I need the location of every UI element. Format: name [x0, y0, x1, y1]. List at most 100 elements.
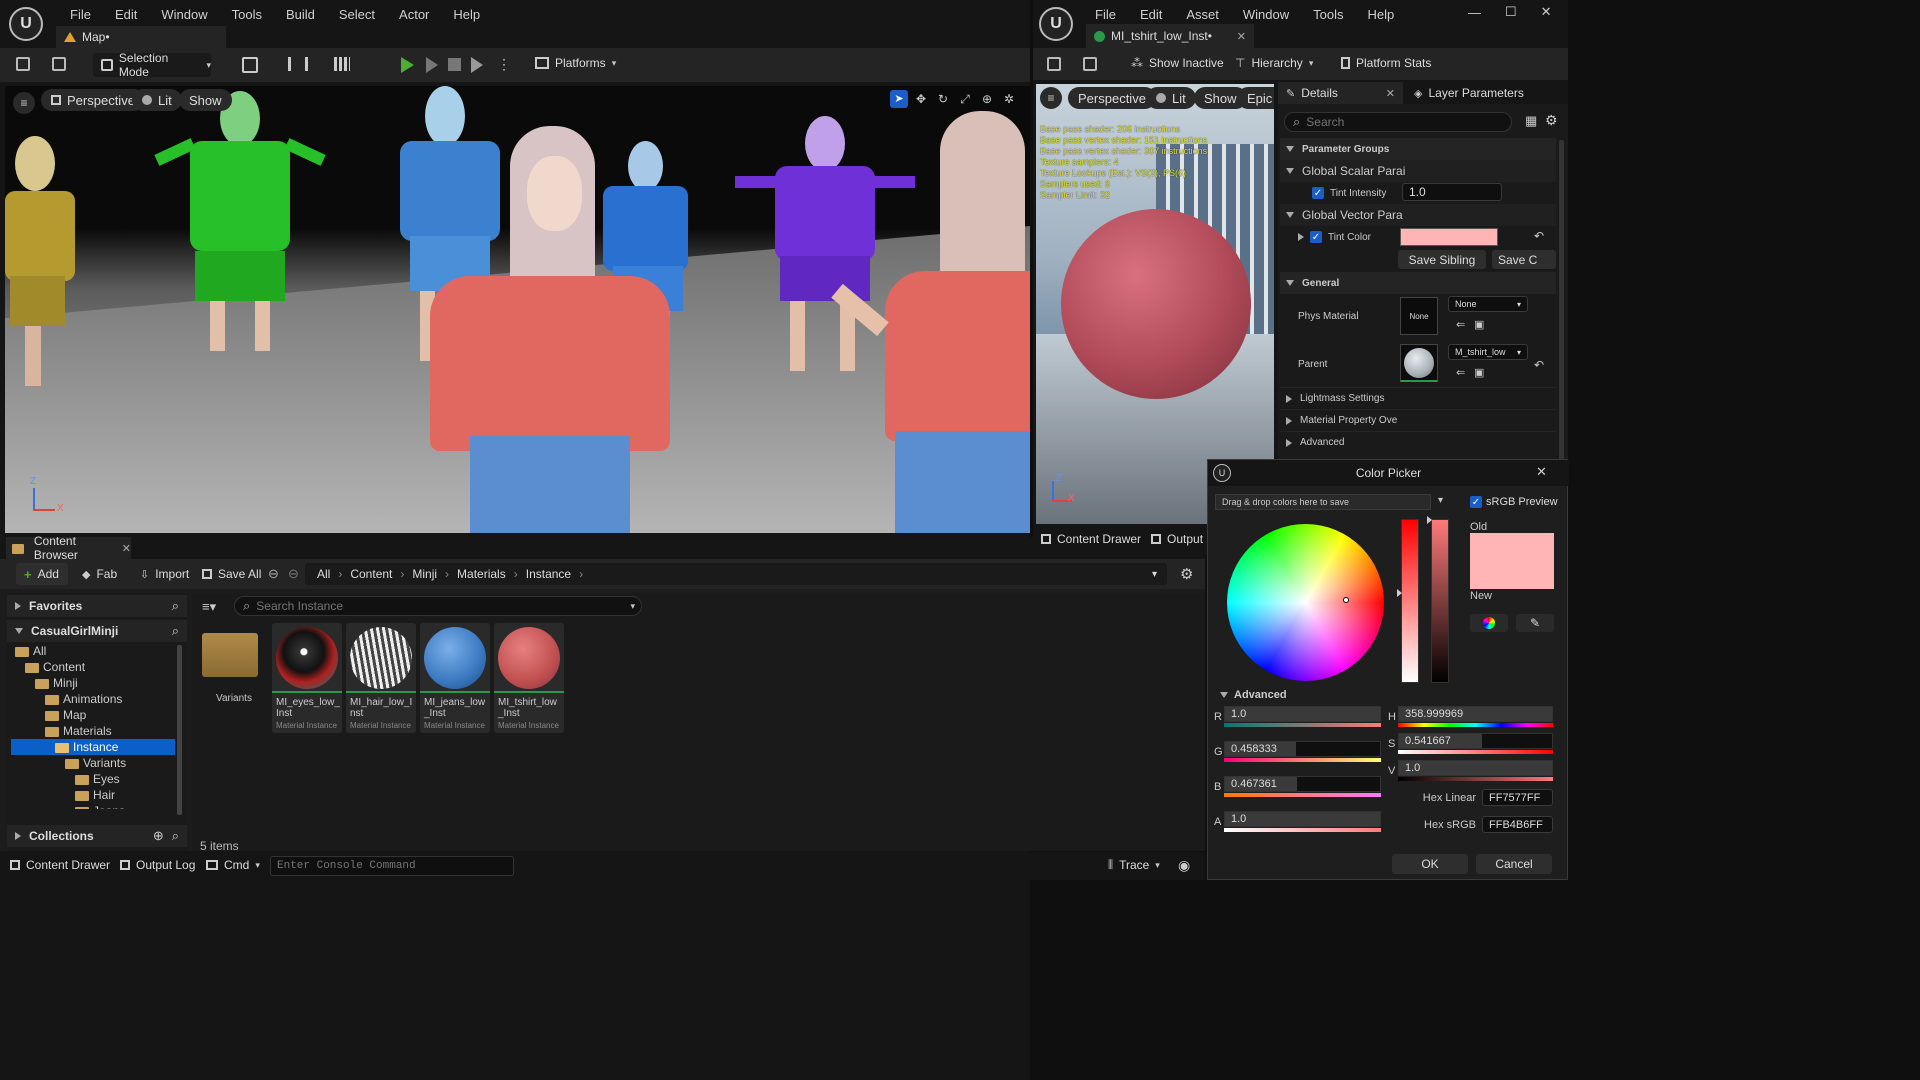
asset-tile[interactable]: MI_hair_low_Inst Material Instance	[346, 623, 416, 733]
menu-edit[interactable]: Edit	[103, 7, 149, 22]
close-icon[interactable]: ✕	[122, 542, 131, 555]
parent-thumbnail[interactable]	[1400, 344, 1438, 382]
breadcrumb-materials[interactable]: Materials	[457, 567, 506, 581]
rotate-tool-icon[interactable]: ↻	[934, 90, 952, 108]
material-property-row[interactable]: Material Property Ove	[1280, 409, 1556, 431]
eyedropper-button[interactable]: ✎	[1516, 614, 1554, 632]
save-icon[interactable]	[16, 57, 30, 71]
g-field[interactable]: 0.458333	[1224, 741, 1381, 757]
asset-search-input[interactable]	[256, 599, 617, 613]
color-wheel-cursor[interactable]	[1343, 597, 1349, 603]
transform-tools-icon[interactable]	[288, 57, 308, 71]
details-scrollbar[interactable]	[1559, 140, 1564, 460]
maximize-icon[interactable]: ☐	[1505, 4, 1517, 20]
layer-parameters-tab[interactable]: ◈ Layer Parameters	[1414, 82, 1524, 104]
stop-icon[interactable]	[448, 58, 461, 71]
menu-tools[interactable]: Tools	[1301, 7, 1355, 22]
parent-dropdown[interactable]: M_tshirt_low ▾	[1448, 344, 1528, 360]
color-wheel[interactable]	[1227, 524, 1384, 681]
material-preview-viewport[interactable]: Base pass shader: 206 instructions Base …	[1036, 84, 1274, 524]
settings-gear-icon[interactable]: ⚙	[1545, 112, 1558, 129]
forward-icon[interactable]: ⊖	[288, 566, 299, 582]
show-button[interactable]: Show	[179, 89, 232, 111]
expand-icon[interactable]	[1298, 233, 1304, 241]
add-collection-icon[interactable]: ⊕	[153, 828, 164, 844]
asset-tile[interactable]: MI_tshirt_low_Inst Material Instance	[494, 623, 564, 733]
browse-icon[interactable]	[1083, 57, 1097, 71]
phys-material-thumbnail[interactable]: None	[1400, 297, 1438, 335]
favorites-header[interactable]: Favorites ⌕	[7, 595, 187, 617]
folder-tree-item[interactable]: Variants	[11, 755, 175, 771]
folder-tree-item[interactable]: Minji	[11, 675, 175, 691]
menu-edit[interactable]: Edit	[1128, 7, 1174, 22]
lightmass-settings-row[interactable]: Lightmass Settings	[1280, 387, 1556, 409]
details-search-input[interactable]	[1306, 115, 1487, 129]
world-local-icon[interactable]: ⊕	[978, 90, 996, 108]
translate-tool-icon[interactable]: ✥	[912, 90, 930, 108]
viewport-menu-icon[interactable]: ≡	[1040, 87, 1062, 109]
general-header[interactable]: General	[1280, 272, 1556, 294]
output-log-button[interactable]: Output Log	[120, 858, 195, 872]
reset-icon[interactable]: ↶	[1534, 358, 1544, 372]
ok-button[interactable]: OK	[1392, 854, 1468, 874]
a-field[interactable]: 1.0	[1224, 811, 1381, 827]
use-selected-icon[interactable]: ⇐	[1456, 366, 1465, 379]
search-icon[interactable]: ⌕	[172, 828, 179, 844]
menu-help[interactable]: Help	[441, 7, 492, 22]
scale-tool-icon[interactable]: ⤢	[956, 90, 974, 108]
show-inactive-button[interactable]: ⁂ Show Inactive	[1131, 56, 1224, 70]
new-color-swatch[interactable]	[1470, 561, 1554, 589]
breadcrumb-dropdown-icon[interactable]: ▾	[1152, 569, 1157, 580]
record-icon[interactable]: ◉	[1178, 857, 1190, 874]
use-selected-icon[interactable]: ⇐	[1456, 318, 1465, 331]
details-tab[interactable]: ✎ Details ✕	[1278, 82, 1403, 104]
v-field[interactable]: 1.0	[1398, 760, 1553, 776]
saturation-slider[interactable]	[1397, 519, 1419, 683]
cmd-button[interactable]: Cmd ▾	[206, 858, 260, 872]
asset-search[interactable]: ⌕ ▾	[234, 596, 642, 616]
tree-scrollbar[interactable]	[177, 645, 182, 815]
unreal-logo-icon[interactable]: U	[1039, 7, 1073, 41]
folder-tree-item[interactable]: Jeans	[11, 803, 175, 809]
platforms-button[interactable]: Platforms ▾	[535, 56, 616, 70]
browse-folder-icon[interactable]: ▣	[1474, 366, 1484, 379]
minimize-icon[interactable]: —	[1468, 5, 1481, 20]
filter-icon[interactable]: ≡▾	[202, 599, 216, 615]
eject-icon[interactable]	[471, 57, 483, 73]
lit-button[interactable]: Lit	[1146, 87, 1196, 109]
epic-button[interactable]: Epic	[1237, 87, 1274, 109]
value-slider[interactable]	[1427, 516, 1449, 683]
menu-actor[interactable]: Actor	[387, 7, 441, 22]
asset-folder-tile[interactable]: Variants	[198, 623, 268, 733]
viewport-menu-icon[interactable]: ≡	[13, 92, 35, 114]
surface-snap-icon[interactable]: ✲	[1000, 90, 1018, 108]
advance-frame-icon[interactable]	[426, 57, 438, 73]
r-field[interactable]: 1.0	[1224, 706, 1381, 722]
folder-tree-item[interactable]: Eyes	[11, 771, 175, 787]
menu-file[interactable]: File	[1083, 7, 1128, 22]
search-icon[interactable]: ⌕	[172, 623, 179, 639]
content-browser-tab[interactable]: Content Browser ✕	[6, 534, 131, 562]
source-control-icon[interactable]	[52, 57, 66, 71]
hex-linear-field[interactable]: FF7577FF	[1482, 789, 1553, 806]
character-yellow[interactable]	[5, 136, 85, 386]
close-icon[interactable]: ✕	[1536, 464, 1547, 480]
perspective-button[interactable]: Perspective	[1068, 87, 1156, 109]
old-color-swatch[interactable]	[1470, 533, 1554, 561]
import-button[interactable]: ⇩ Import	[140, 567, 189, 581]
s-field[interactable]: 0.541667	[1398, 733, 1553, 749]
asset-tile[interactable]: MI_eyes_low_Inst Material Instance	[272, 623, 342, 733]
color-swatch-bar[interactable]: Drag & drop colors here to save	[1215, 494, 1431, 510]
play-options-icon[interactable]: ⋮	[497, 56, 511, 73]
breadcrumb-content[interactable]: Content	[350, 567, 392, 581]
console-command-input[interactable]	[270, 856, 514, 876]
hierarchy-button[interactable]: ⊤ Hierarchy ▾	[1235, 56, 1313, 70]
menu-build[interactable]: Build	[274, 7, 327, 22]
asset-tile[interactable]: MI_jeans_low_Inst Material Instance	[420, 623, 490, 733]
save-all-button[interactable]: Save All	[202, 567, 261, 581]
lit-button[interactable]: Lit	[132, 89, 182, 111]
menu-window[interactable]: Window	[149, 7, 219, 22]
advanced-row[interactable]: Advanced	[1280, 431, 1556, 453]
advanced-section-header[interactable]: Advanced	[1220, 689, 1287, 701]
table-view-icon[interactable]: ▦	[1525, 113, 1537, 129]
